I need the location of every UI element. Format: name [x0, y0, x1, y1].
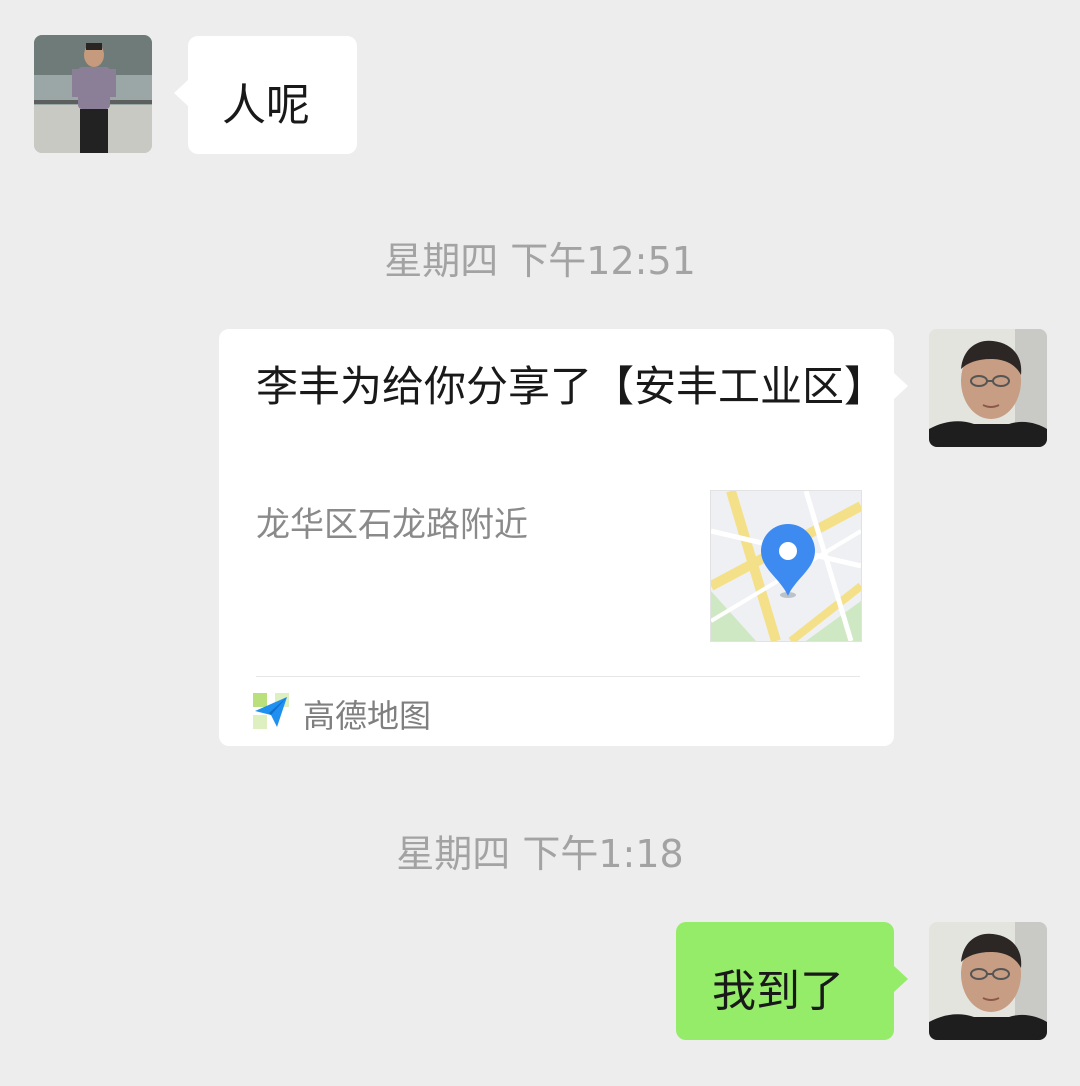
my-avatar[interactable] [929, 922, 1047, 1040]
outgoing-message-bubble[interactable]: 我到了 [676, 922, 908, 1040]
my-avatar-photo [929, 329, 1047, 447]
location-map-thumbnail [710, 490, 862, 642]
contact-avatar-photo [34, 35, 152, 153]
chat-view: 人呢 星期四 下午12:51 李丰为给你分享了【安丰工业区】 龙华区石龙路附近 [0, 0, 1080, 1086]
message-text: 我到了 [712, 966, 844, 1017]
location-title: 李丰为给你分享了【安丰工业区】 [256, 362, 887, 411]
location-source-label: 高德地图 [303, 697, 432, 735]
contact-avatar[interactable] [34, 35, 152, 153]
my-avatar-photo [929, 922, 1047, 1040]
my-avatar[interactable] [929, 329, 1047, 447]
amap-logo-icon [253, 693, 289, 729]
timestamp: 星期四 下午12:51 [384, 239, 696, 283]
card-divider [256, 676, 860, 677]
message-text: 人呢 [222, 80, 310, 131]
location-address: 龙华区石龙路附近 [256, 505, 528, 545]
location-card[interactable]: 李丰为给你分享了【安丰工业区】 龙华区石龙路附近 高德地图 [219, 329, 908, 746]
incoming-message-bubble[interactable]: 人呢 [174, 36, 357, 154]
timestamp: 星期四 下午1:18 [396, 832, 684, 876]
